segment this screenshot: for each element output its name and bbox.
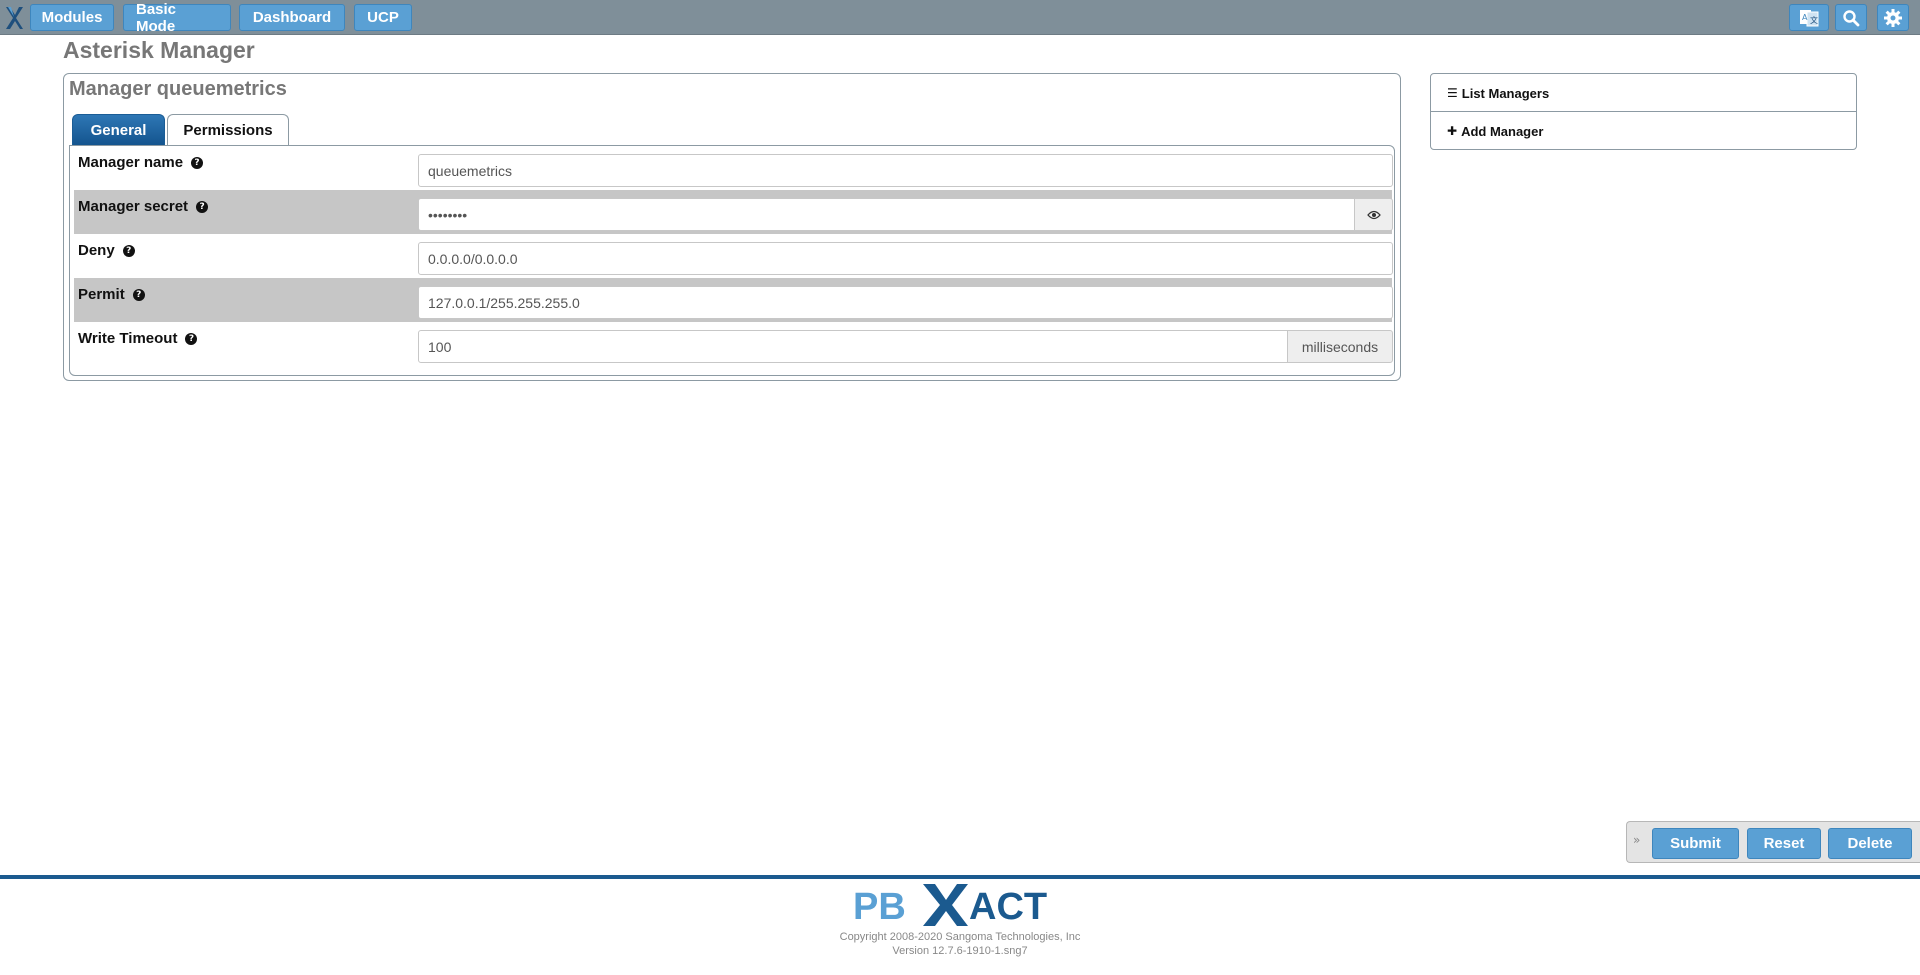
manager-name-row: Manager name ? queuemetrics: [74, 146, 1393, 190]
pbxact-logo-text-left: PB: [853, 886, 906, 928]
search-button[interactable]: [1835, 4, 1867, 31]
help-icon[interactable]: ?: [191, 156, 204, 169]
pbxact-logo-text-right: ACT: [969, 886, 1047, 928]
tab-content-general: Manager name ? queuemetrics Manager secr…: [69, 145, 1395, 376]
write-timeout-label-text: Write Timeout: [78, 330, 178, 347]
help-icon[interactable]: ?: [122, 244, 135, 257]
plus-icon: ✚: [1447, 124, 1458, 138]
manager-secret-input[interactable]: ••••••••: [418, 198, 1355, 231]
permit-label-text: Permit: [78, 286, 125, 303]
reset-button[interactable]: Reset: [1747, 828, 1821, 859]
list-icon: ☰: [1447, 86, 1458, 100]
action-bar: » Submit Reset Delete: [1626, 821, 1920, 863]
deny-label-text: Deny: [78, 242, 115, 259]
submit-button[interactable]: Submit: [1652, 828, 1739, 859]
deny-row: Deny ? 0.0.0.0/0.0.0.0: [74, 234, 1393, 278]
manager-secret-label-text: Manager secret: [78, 198, 189, 215]
translate-icon: A 文: [1800, 9, 1819, 26]
page-title: Asterisk Manager: [63, 37, 255, 63]
footer-divider: [0, 875, 1920, 879]
help-icon[interactable]: ?: [196, 200, 209, 213]
list-managers-link[interactable]: ☰ List Managers: [1431, 74, 1856, 112]
version-text: Version 12.7.6-1910-1.sng7: [892, 945, 1028, 957]
write-timeout-label: Write Timeout ?: [78, 330, 198, 347]
freepbx-logo-icon[interactable]: [4, 5, 24, 31]
permit-row: Permit ? 127.0.0.1/255.255.255.0: [74, 278, 1393, 322]
write-timeout-input[interactable]: 100: [418, 330, 1288, 363]
help-icon[interactable]: ?: [132, 288, 145, 301]
side-nav-panel: ☰ List Managers ✚ Add Manager: [1430, 73, 1857, 150]
write-timeout-row: Write Timeout ? 100 milliseconds: [74, 322, 1393, 366]
manager-secret-row: Manager secret ? ••••••••: [74, 190, 1393, 234]
basic-mode-button[interactable]: Basic Mode: [123, 1, 231, 35]
permit-input[interactable]: 127.0.0.1/255.255.255.0: [418, 286, 1393, 319]
permit-label: Permit ?: [78, 286, 145, 303]
panel-title: Manager queuemetrics: [69, 78, 287, 100]
pbxact-logo-x-mark: [923, 884, 968, 926]
add-manager-label: Add Manager: [1461, 123, 1544, 139]
eye-icon: [1366, 210, 1381, 219]
ucp-button[interactable]: UCP: [354, 4, 412, 31]
dashboard-button[interactable]: Dashboard: [239, 4, 345, 31]
tab-permissions[interactable]: Permissions: [167, 114, 289, 146]
help-icon[interactable]: ?: [185, 332, 198, 345]
search-icon: [1843, 9, 1860, 26]
tab-general[interactable]: General: [72, 114, 165, 146]
svg-text:A: A: [1802, 13, 1808, 22]
modules-button[interactable]: Modules: [30, 4, 114, 31]
toggle-secret-visibility-button[interactable]: [1354, 198, 1393, 231]
pbxact-logo: PB ACT: [853, 884, 1047, 928]
manager-secret-label: Manager secret ?: [78, 198, 209, 215]
deny-input[interactable]: 0.0.0.0/0.0.0.0: [418, 242, 1393, 275]
manager-panel: Manager queuemetrics General Permissions…: [63, 73, 1401, 381]
copyright-text: Copyright 2008-2020 Sangoma Technologies…: [839, 931, 1081, 943]
write-timeout-unit: milliseconds: [1287, 330, 1393, 363]
top-navbar: Modules Basic Mode Dashboard UCP A 文: [0, 0, 1920, 35]
collapse-actions-icon[interactable]: »: [1633, 833, 1640, 847]
gear-icon: [1884, 8, 1902, 27]
manager-name-label: Manager name ?: [78, 154, 204, 171]
list-managers-label: List Managers: [1461, 85, 1550, 101]
manager-name-input[interactable]: queuemetrics: [418, 154, 1393, 187]
svg-text:文: 文: [1810, 15, 1818, 25]
language-button[interactable]: A 文: [1789, 4, 1829, 31]
deny-label: Deny ?: [78, 242, 135, 259]
settings-button[interactable]: [1877, 4, 1909, 31]
manager-name-label-text: Manager name: [78, 154, 184, 171]
add-manager-link[interactable]: ✚ Add Manager: [1431, 112, 1856, 150]
delete-button[interactable]: Delete: [1828, 828, 1912, 859]
